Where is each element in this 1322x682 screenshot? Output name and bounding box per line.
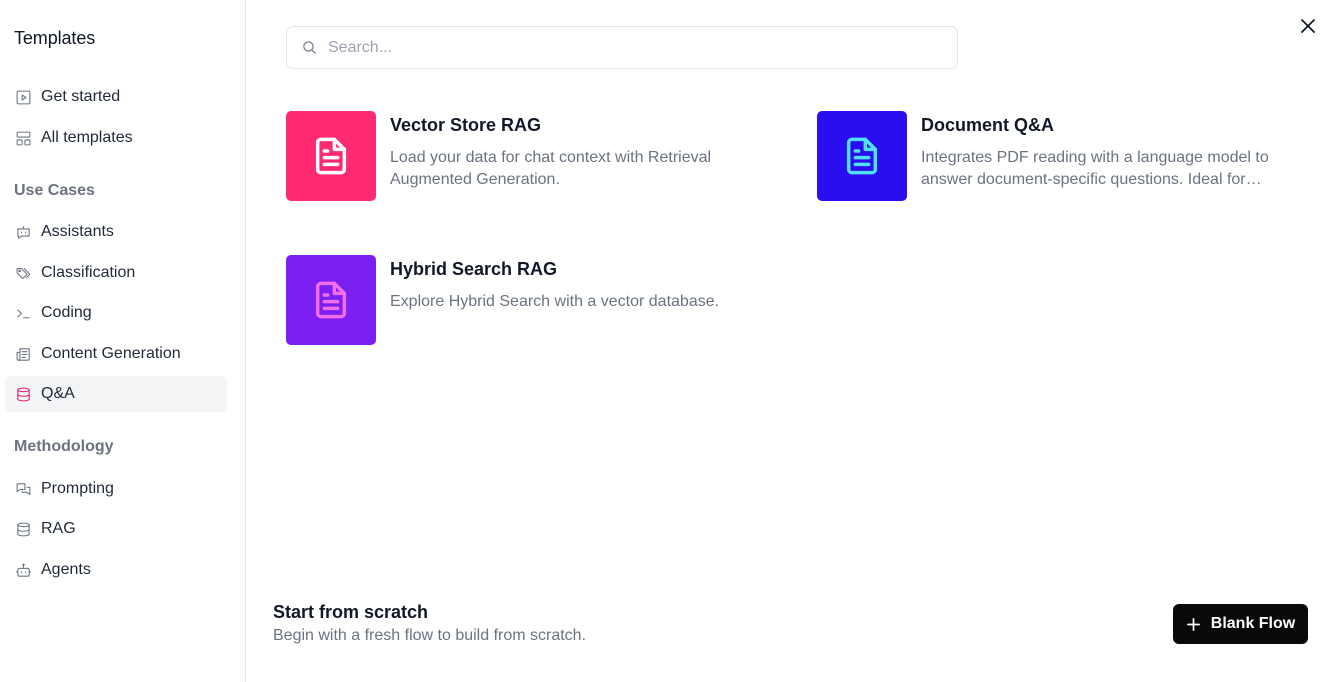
template-title: Hybrid Search RAG: [390, 259, 558, 279]
template-thumbnail: [817, 111, 907, 201]
close-button[interactable]: [1297, 15, 1319, 37]
sidebar-item-label: Assistants: [41, 223, 114, 240]
sidebar-item-coding[interactable]: Coding: [5, 295, 227, 331]
close-icon: [1301, 19, 1315, 33]
sidebar-item-content-generation[interactable]: Content Generation: [5, 336, 227, 372]
file-text-icon: [315, 281, 347, 319]
sidebar-title: Templates: [14, 28, 96, 48]
blank-flow-button[interactable]: Blank Flow: [1173, 604, 1308, 644]
methodology-heading: Methodology: [14, 438, 114, 455]
messages-icon: [14, 480, 32, 498]
sidebar-item-label: Content Generation: [41, 345, 181, 362]
terminal-icon: [14, 304, 32, 322]
sidebar-item-assistants[interactable]: Assistants: [5, 214, 227, 250]
search-box: [286, 26, 958, 69]
template-thumbnail: [286, 255, 376, 345]
sidebar-item-label: RAG: [41, 520, 76, 537]
template-card-document-qa[interactable]: Document Q&A Integrates PDF reading with…: [817, 111, 1297, 203]
templates-sidebar: Templates Get started All templates Use …: [0, 0, 246, 682]
plus-icon: [1186, 617, 1200, 631]
sidebar-item-label: Agents: [41, 561, 91, 578]
template-description: Integrates PDF reading with a language m…: [921, 149, 1269, 188]
database-icon: [14, 385, 32, 403]
sidebar-item-label: Classification: [41, 264, 136, 281]
template-description: Explore Hybrid Search with a vector data…: [390, 293, 720, 310]
sidebar-item-all-templates[interactable]: All templates: [5, 120, 227, 156]
template-description: Load your data for chat context with Ret…: [390, 149, 712, 188]
template-title: Document Q&A: [921, 115, 1055, 135]
sidebar-item-get-started[interactable]: Get started: [5, 79, 227, 115]
template-card-hybrid-search-rag[interactable]: Hybrid Search RAG Explore Hybrid Search …: [286, 255, 766, 347]
layout-grid-icon: [14, 129, 32, 147]
blank-flow-label: Blank Flow: [1210, 615, 1296, 632]
bot-message-icon: [14, 223, 32, 241]
bot-icon: [14, 561, 32, 579]
sidebar-item-classification[interactable]: Classification: [5, 255, 227, 291]
database-icon: [14, 520, 32, 538]
search-input[interactable]: [328, 38, 928, 57]
newspaper-icon: [14, 345, 32, 363]
sidebar-item-qa[interactable]: Q&A: [5, 376, 227, 412]
start-from-scratch-title: Start from scratch: [273, 602, 429, 622]
sidebar-item-label: Get started: [41, 88, 121, 105]
sidebar-item-agents[interactable]: Agents: [5, 552, 227, 588]
search-icon: [303, 41, 316, 54]
sidebar-item-label: Coding: [41, 304, 92, 321]
start-from-scratch-subtitle: Begin with a fresh flow to build from sc…: [273, 627, 587, 644]
template-thumbnail: [286, 111, 376, 201]
sidebar-item-label: Prompting: [41, 480, 114, 497]
use-cases-heading: Use Cases: [14, 182, 95, 199]
file-text-icon: [315, 137, 347, 175]
sidebar-item-label: Q&A: [41, 385, 75, 402]
sidebar-item-rag[interactable]: RAG: [5, 511, 227, 547]
sidebar-item-prompting[interactable]: Prompting: [5, 471, 227, 507]
play-square-icon: [14, 88, 32, 106]
template-card-vector-store-rag[interactable]: Vector Store RAG Load your data for chat…: [286, 111, 766, 203]
template-title: Vector Store RAG: [390, 115, 542, 135]
sidebar-item-label: All templates: [41, 129, 133, 146]
file-text-icon: [846, 137, 878, 175]
tags-icon: [14, 264, 32, 282]
